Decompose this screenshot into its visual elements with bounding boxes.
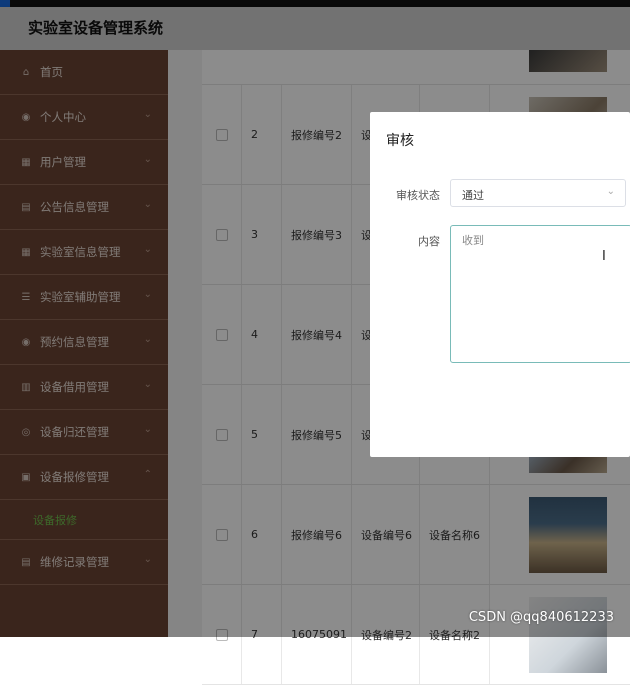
review-dialog: 审核 审核状态 通过 ⌄ 内容 收到 I	[370, 112, 630, 457]
content-textarea[interactable]: 收到	[450, 225, 630, 363]
dialog-title: 审核	[386, 130, 414, 150]
status-select[interactable]: 通过 ⌄	[450, 179, 626, 207]
status-value: 通过	[462, 189, 484, 202]
chevron-down-icon: ⌄	[607, 186, 615, 197]
watermark: CSDN @qq840612233	[469, 610, 614, 625]
status-label: 审核状态	[380, 187, 440, 203]
content-label: 内容	[380, 233, 440, 249]
text-cursor-icon: I	[602, 249, 606, 264]
